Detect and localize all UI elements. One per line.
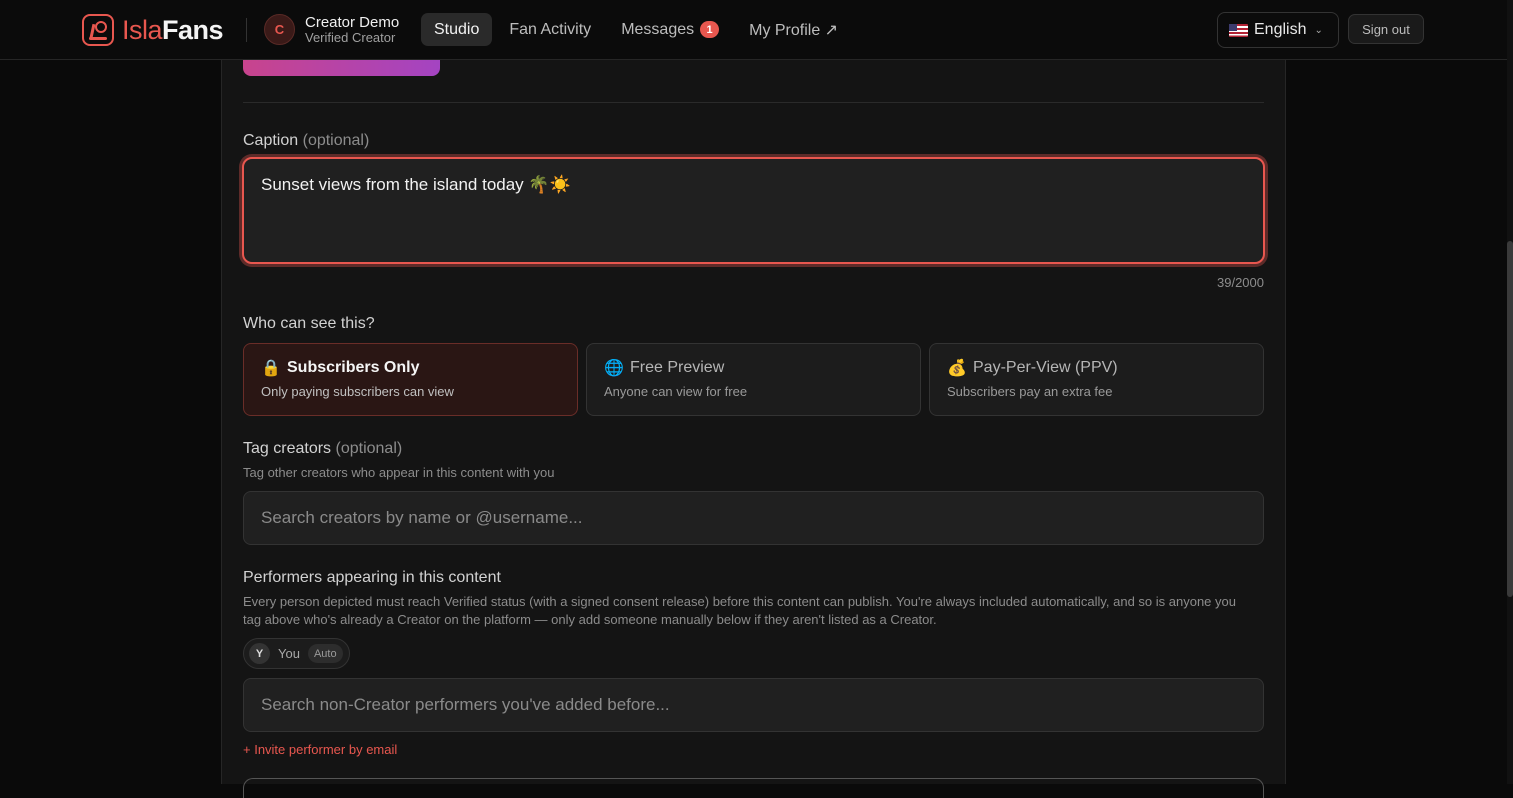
auto-tag-badge: Auto: [307, 644, 343, 663]
caption-optional-label: (optional): [302, 132, 370, 149]
brand-logo[interactable]: IslaFans: [82, 14, 224, 46]
visibility-option-desc: Anyone can view for free: [604, 384, 748, 399]
performer-chip-you: Y You Auto: [243, 638, 350, 669]
visibility-option-desc: Subscribers pay an extra fee: [947, 384, 1113, 399]
money-bag-icon: 💰: [947, 360, 967, 377]
visibility-option-title: Subscribers Only: [287, 359, 420, 376]
avatar: Y: [249, 643, 270, 664]
visibility-option-subscribers[interactable]: 🔒 Subscribers Only Only paying subscriber…: [243, 343, 578, 416]
user-name: Creator Demo: [305, 13, 400, 31]
tag-creators-help: Tag other creators who appear in this co…: [243, 465, 555, 480]
visibility-option-ppv[interactable]: 💰 Pay-Per-View (PPV) Subscribers pay an e…: [929, 343, 1264, 416]
messages-count-badge: 1: [700, 21, 720, 38]
user-role: Verified Creator: [305, 29, 396, 45]
caption-char-counter: 39/2000: [1217, 275, 1264, 290]
scrollbar-thumb[interactable]: [1507, 241, 1513, 597]
globe-icon: 🌐: [604, 360, 624, 377]
avatar: C: [264, 14, 295, 45]
caption-label: Caption (optional): [243, 132, 370, 149]
language-select[interactable]: English ⌄: [1217, 12, 1339, 48]
tag-creators-label: Tag creators (optional): [243, 440, 403, 457]
palm-island-logo-icon: [82, 14, 114, 46]
tag-creators-optional-label: (optional): [335, 440, 403, 457]
top-nav: IslaFans C Creator Demo Verified Creator…: [0, 0, 1507, 60]
nav-my-profile[interactable]: My Profile ↗: [736, 13, 851, 46]
section-divider: [243, 102, 1264, 103]
caption-textarea[interactable]: Sunset views from the island today 🌴☀️: [242, 157, 1265, 264]
creator-search-input[interactable]: Search creators by name or @username...: [243, 491, 1264, 545]
visibility-option-desc: Only paying subscribers can view: [261, 384, 454, 399]
nav-messages[interactable]: Messages 1: [608, 13, 732, 46]
performer-chip-name: You: [278, 646, 300, 661]
visibility-option-title: Free Preview: [630, 359, 725, 376]
language-label: English: [1254, 21, 1307, 38]
nav-studio[interactable]: Studio: [421, 13, 493, 46]
performer-search-input[interactable]: Search non-Creator performers you've add…: [243, 678, 1264, 732]
nav-divider: [246, 18, 247, 42]
user-info: C Creator Demo Verified Creator: [264, 14, 399, 45]
brand-name: IslaFans: [122, 14, 224, 45]
upload-button[interactable]: [243, 60, 440, 76]
lock-icon: 🔒: [261, 360, 281, 377]
nav-links: Studio Fan Activity Messages 1 My Profil…: [421, 13, 855, 46]
visibility-option-free-preview[interactable]: 🌐 Free Preview Anyone can view for free: [586, 343, 921, 416]
next-section-card: [243, 778, 1264, 798]
invite-performer-link[interactable]: + Invite performer by email: [243, 742, 397, 757]
visibility-label: Who can see this?: [243, 315, 375, 332]
nav-messages-label: Messages: [621, 20, 695, 38]
us-flag-icon: [1229, 23, 1248, 37]
sign-out-button[interactable]: Sign out: [1348, 14, 1424, 44]
chevron-down-icon: ⌄: [1314, 24, 1323, 36]
performers-label: Performers appearing in this content: [243, 569, 501, 586]
nav-fan-activity[interactable]: Fan Activity: [496, 13, 604, 46]
visibility-option-title: Pay-Per-View (PPV): [973, 359, 1118, 376]
performers-help: Every person depicted must reach Verifie…: [243, 594, 1236, 627]
